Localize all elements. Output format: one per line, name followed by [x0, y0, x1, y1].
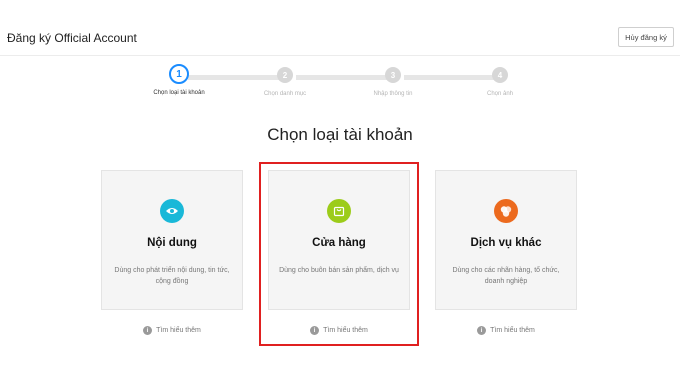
section-heading: Chọn loại tài khoản — [267, 125, 413, 144]
step-label: Chọn ảnh — [486, 91, 514, 97]
step-1: 1 Chọn loại tài khoản — [134, 64, 224, 96]
account-type-card-other-services[interactable]: Dịch vụ khác Dùng cho các nhãn hàng, tổ … — [435, 170, 577, 310]
step-progress: 1 Chọn loại tài khoản 2 Chọn danh mục 3 … — [0, 64, 680, 104]
step-number: 1 — [169, 64, 189, 84]
header-bar: Đăng ký Official Account Hủy đăng ký — [0, 0, 680, 56]
learn-more-link-content[interactable]: i Tìm hiểu thêm — [101, 326, 243, 335]
card-description: Dùng cho phát triển nội dung, tin tức, c… — [114, 267, 230, 285]
eye-icon — [160, 199, 184, 223]
step-label: Nhập thông tin — [373, 91, 413, 97]
page-title: Đăng ký Official Account — [7, 31, 137, 45]
step-4: 4 Chọn ảnh — [455, 64, 545, 97]
selection-highlight-box — [259, 162, 419, 346]
learn-more-link-other-services[interactable]: i Tìm hiểu thêm — [435, 326, 577, 335]
step-label: Chọn danh mục — [263, 91, 307, 97]
step-number: 2 — [277, 67, 293, 83]
cancel-registration-button[interactable]: Hủy đăng ký — [618, 27, 674, 47]
step-3: 3 Nhập thông tin — [348, 64, 438, 97]
card-title: Dịch vụ khác — [470, 237, 542, 249]
step-number: 3 — [385, 67, 401, 83]
step-2: 2 Chọn danh mục — [240, 64, 330, 97]
circles-icon — [494, 199, 518, 223]
learn-more-label: Tìm hiểu thêm — [490, 327, 535, 334]
info-icon: i — [477, 326, 487, 335]
info-icon: i — [143, 326, 153, 335]
step-label: Chọn loại tài khoản — [153, 90, 205, 96]
step-number: 4 — [492, 67, 508, 83]
account-type-card-content[interactable]: Nội dung Dùng cho phát triển nội dung, t… — [101, 170, 243, 310]
learn-more-label: Tìm hiểu thêm — [156, 327, 201, 334]
card-title: Nội dung — [147, 237, 197, 249]
card-description: Dùng cho các nhãn hàng, tổ chức, doanh n… — [452, 267, 560, 285]
